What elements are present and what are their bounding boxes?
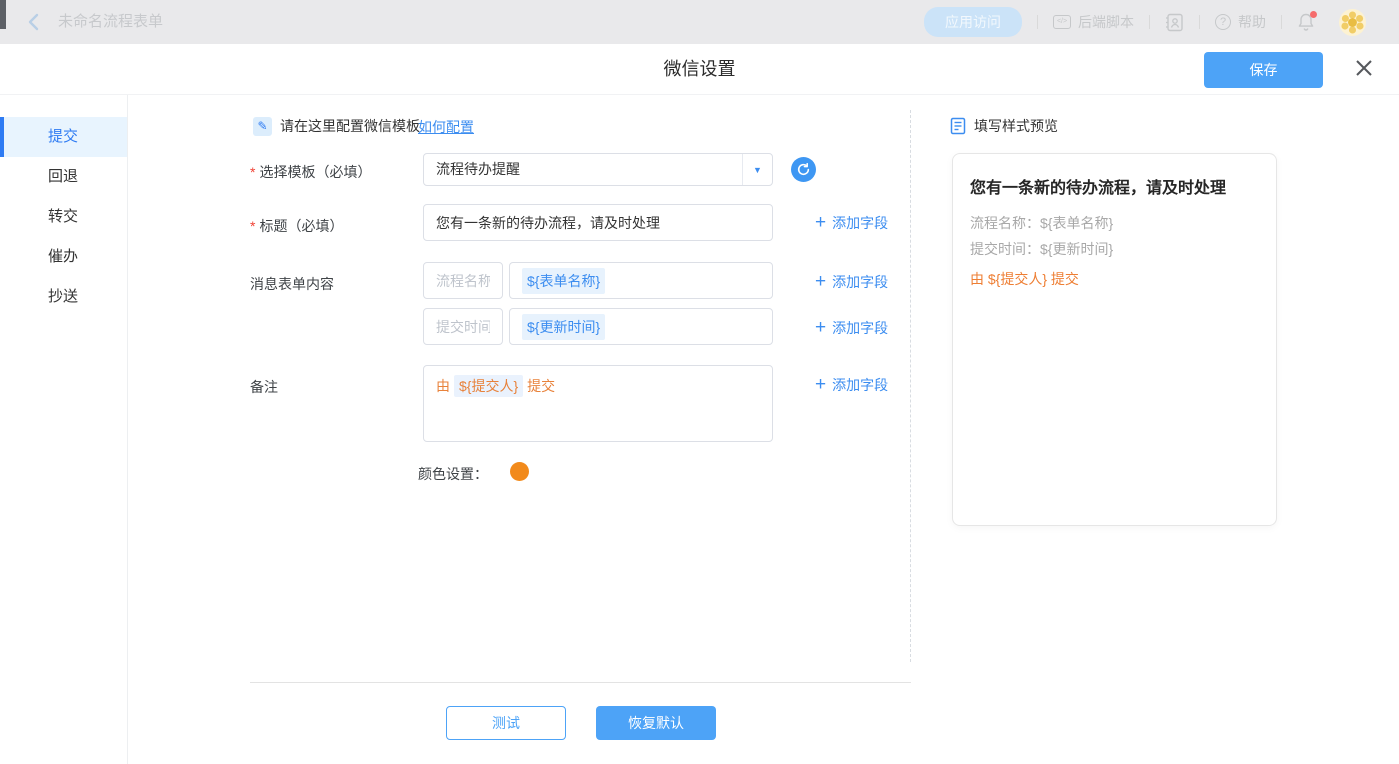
required-mark: * — [250, 218, 255, 234]
remark-prefix: 由 — [436, 378, 450, 394]
required-mark: * — [250, 164, 255, 180]
help-label: 帮助 — [1238, 12, 1266, 32]
sidebar-item-cc[interactable]: 抄送 — [0, 277, 127, 317]
app-access-button[interactable]: 应用访问 — [924, 7, 1022, 37]
help-button[interactable]: ? 帮助 — [1215, 12, 1266, 32]
close-icon[interactable] — [1353, 57, 1377, 81]
avatar[interactable] — [1339, 9, 1366, 36]
chevron-down-icon: ▼ — [753, 165, 762, 175]
refresh-button[interactable] — [791, 157, 816, 182]
modal-title: 微信设置 — [0, 44, 1399, 95]
pencil-icon: ✎ — [253, 117, 272, 136]
template-select[interactable]: 流程待办提醒 ▼ — [423, 153, 773, 186]
preview-title: 您有一条新的待办流程，请及时处理 — [970, 174, 1260, 198]
restore-default-button[interactable]: 恢复默认 — [596, 706, 716, 740]
content-key-input-1[interactable] — [423, 262, 503, 299]
modal-header: 微信设置 保存 — [0, 44, 1399, 95]
divider — [1149, 15, 1150, 29]
backend-script-label: 后端脚本 — [1078, 12, 1134, 32]
remark-textarea[interactable]: 由${提交人}提交 — [423, 365, 773, 442]
color-setting-label: 颜色设置： — [418, 464, 488, 484]
sidebar-item-submit[interactable]: 提交 — [0, 117, 127, 157]
wechat-settings-page: 未命名流程表单 应用访问 </> 后端脚本 ? — [0, 0, 1399, 764]
config-hint: ✎ 请在这里配置微信模板 — [253, 116, 420, 136]
add-field-link-remark[interactable]: + 添加字段 — [815, 375, 888, 395]
divider — [1037, 15, 1038, 29]
divider — [1281, 15, 1282, 29]
plus-icon: + — [815, 214, 826, 232]
nav-corner — [0, 0, 6, 29]
sidebar: 提交 回退 转交 催办 抄送 — [0, 95, 128, 764]
submitter-token: ${提交人} — [454, 375, 523, 397]
contacts-button[interactable] — [1165, 13, 1184, 32]
template-label: *选择模板（必填） — [250, 162, 371, 182]
field-token: ${表单名称} — [522, 268, 605, 294]
template-selected-value: 流程待办提醒 — [436, 154, 520, 185]
field-token: ${更新时间} — [522, 314, 605, 340]
plus-icon: + — [815, 376, 826, 394]
select-caret-segment: ▼ — [742, 154, 772, 185]
form-title: 未命名流程表单 — [58, 0, 163, 44]
title-input[interactable] — [423, 204, 773, 241]
add-field-link-row1[interactable]: + 添加字段 — [815, 272, 888, 292]
how-to-configure-link[interactable]: 如何配置 — [418, 117, 474, 137]
notification-dot — [1310, 11, 1317, 18]
divider — [1199, 15, 1200, 29]
flower-avatar-icon — [1341, 11, 1364, 34]
preview-card: 您有一条新的待办流程，请及时处理 流程名称：${表单名称} 提交时间：${更新时… — [952, 153, 1277, 526]
refresh-icon — [797, 163, 810, 176]
preview-line-submit-time: 提交时间：${更新时间} — [970, 236, 1260, 262]
code-icon: </> — [1053, 15, 1071, 29]
topbar-actions: 应用访问 </> 后端脚本 ? 帮助 — [924, 0, 1366, 44]
back-icon[interactable] — [27, 13, 39, 31]
content-value-input-2[interactable]: ${更新时间} — [509, 308, 773, 345]
topbar: 未命名流程表单 应用访问 </> 后端脚本 ? — [0, 0, 1399, 44]
add-field-link-row2[interactable]: + 添加字段 — [815, 318, 888, 338]
sidebar-item-return[interactable]: 回退 — [0, 157, 127, 197]
preview-header-label: 填写样式预览 — [974, 116, 1058, 136]
contacts-icon — [1165, 13, 1184, 32]
question-icon: ? — [1215, 14, 1231, 30]
hint-text: 请在这里配置微信模板 — [280, 116, 420, 136]
content-value-input-1[interactable]: ${表单名称} — [509, 262, 773, 299]
save-button[interactable]: 保存 — [1204, 52, 1323, 88]
test-button[interactable]: 测试 — [446, 706, 566, 740]
plus-icon: + — [815, 319, 826, 337]
message-content-label: 消息表单内容 — [250, 274, 334, 294]
sidebar-item-urge[interactable]: 催办 — [0, 237, 127, 277]
color-swatch[interactable] — [510, 462, 529, 481]
sidebar-item-transfer[interactable]: 转交 — [0, 197, 127, 237]
remark-label: 备注 — [250, 377, 278, 397]
vertical-dashed-divider — [910, 110, 911, 662]
title-label: *标题（必填） — [250, 216, 343, 236]
preview-line-submitter: 由 ${提交人} 提交 — [970, 269, 1260, 289]
add-field-link-title[interactable]: + 添加字段 — [815, 213, 888, 233]
backend-script-button[interactable]: </> 后端脚本 — [1053, 12, 1134, 32]
preview-header: 填写样式预览 — [950, 116, 1058, 136]
footer-divider — [250, 682, 911, 683]
content-key-input-2[interactable] — [423, 308, 503, 345]
notification-bell-icon[interactable] — [1297, 12, 1317, 32]
plus-icon: + — [815, 273, 826, 291]
remark-suffix: 提交 — [527, 378, 555, 394]
preview-line-flow-name: 流程名称：${表单名称} — [970, 210, 1260, 236]
document-icon — [950, 117, 966, 135]
